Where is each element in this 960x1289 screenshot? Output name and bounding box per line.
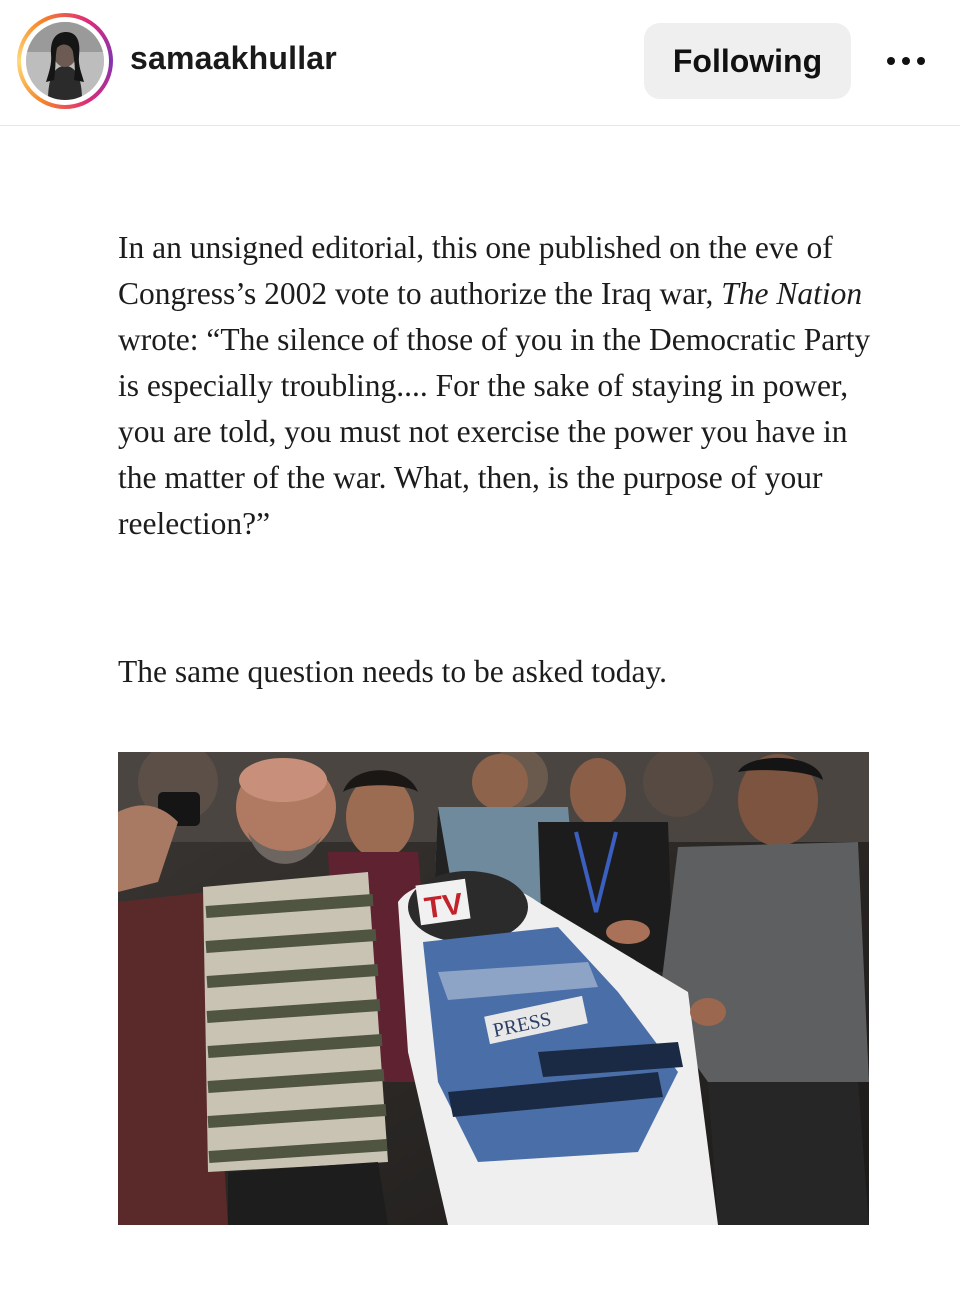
avatar-photo-icon [26,22,104,100]
post-image-content[interactable]: In an unsigned editorial, this one publi… [0,127,960,1289]
post-header: samaakhullar Following [0,0,960,126]
more-options-icon [887,57,925,65]
avatar[interactable] [26,22,104,100]
editorial-quote: In an unsigned editorial, this one publi… [118,225,878,547]
photo-illustration: TV PRESS [118,752,869,1225]
story-ring[interactable] [17,13,113,109]
closing-line: The same question needs to be asked toda… [118,654,668,689]
publication-name: The Nation [721,276,863,311]
more-options-button[interactable] [880,43,932,79]
funeral-photo: TV PRESS [118,752,869,1225]
helmet-tv-label: TV [423,887,466,925]
quote-body: wrote: “The silence of those of you in t… [118,322,871,541]
username[interactable]: samaakhullar [130,40,337,77]
following-button[interactable]: Following [644,23,851,99]
